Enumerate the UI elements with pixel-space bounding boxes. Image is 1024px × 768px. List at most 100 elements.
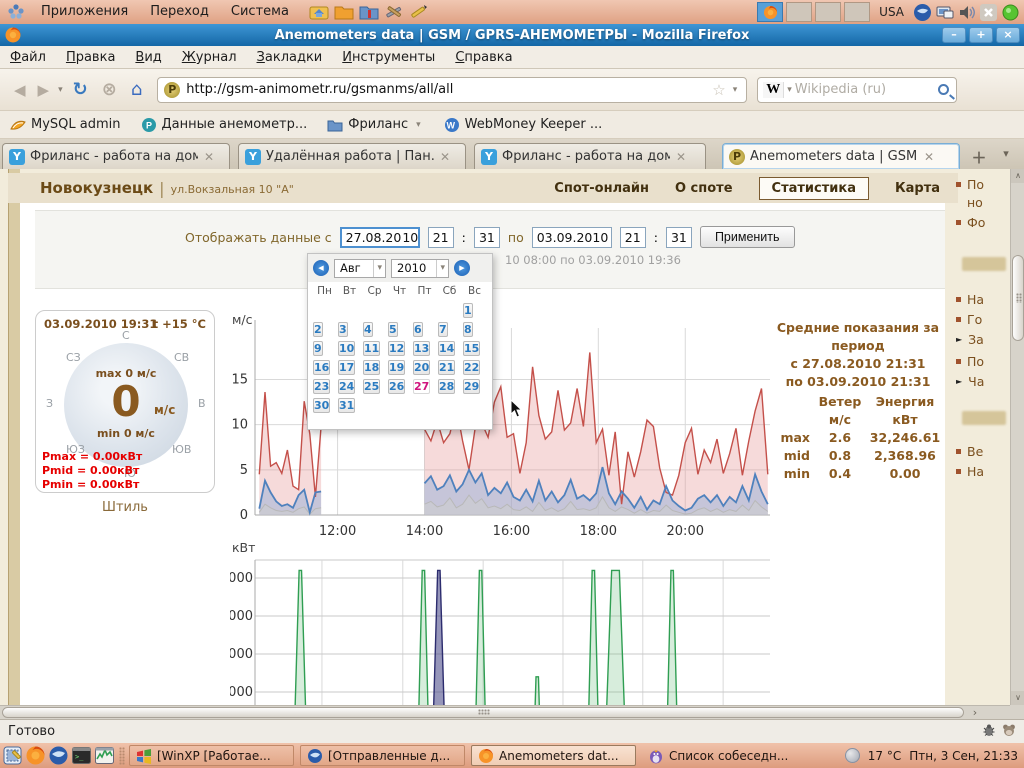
sidebar-item-cutoff[interactable]: По [956, 177, 984, 192]
calendar-day-6[interactable]: 6 [413, 322, 423, 337]
sidebar-item-cutoff[interactable]: На [956, 464, 984, 479]
display-tray-icon[interactable] [935, 3, 954, 22]
date-from-input[interactable]: 27.08.2010 [340, 227, 420, 248]
tab-close-icon[interactable]: ✕ [676, 150, 686, 164]
calendar-day-3[interactable]: 3 [338, 322, 348, 337]
taskbar-task[interactable]: Anemometers dat... [471, 745, 636, 766]
url-bar[interactable]: P http://gsm-animometr.ru/gsmanms/all/al… [157, 77, 747, 103]
horizontal-scrollbar[interactable]: › [0, 705, 1010, 719]
mute-x-tray-icon[interactable] [979, 3, 998, 22]
vertical-scrollbar[interactable]: ∧ ∨ [1010, 169, 1024, 705]
sidebar-item-cutoff[interactable]: Го [956, 312, 982, 327]
calendar-day-11[interactable]: 11 [363, 341, 380, 356]
calendar-prev-icon[interactable]: ◀ [313, 260, 329, 276]
menu-Справка[interactable]: Справка [445, 50, 522, 65]
minute-to-input[interactable]: 31 [666, 227, 692, 248]
menu-Инструменты[interactable]: Инструменты [332, 50, 445, 65]
window-list-empty-slot[interactable] [815, 2, 841, 22]
calendar-day-29[interactable]: 29 [463, 379, 480, 394]
calendar-year-select[interactable]: 2010 ▾ [391, 259, 449, 278]
calendar-day-23[interactable]: 23 [313, 379, 330, 394]
hour-from-input[interactable]: 21 [428, 227, 454, 248]
history-dropdown-icon[interactable]: ▾ [55, 85, 66, 95]
taskbar-task[interactable]: Список собеседн... [642, 745, 800, 766]
calendar-day-13[interactable]: 13 [413, 341, 430, 356]
calendar-day-4[interactable]: 4 [363, 322, 373, 337]
tab-2[interactable]: YУдалённая работа | Пан...✕ [238, 143, 466, 169]
close-button[interactable]: × [996, 27, 1020, 43]
thunderbird-tray-icon[interactable] [913, 3, 932, 22]
calendar-month-select[interactable]: Авг ▾ [334, 259, 386, 278]
gnome-menu-Переход[interactable]: Переход [139, 0, 220, 24]
status-online-tray-icon[interactable] [1001, 3, 1020, 22]
scroll-down-icon[interactable]: ∨ [1011, 691, 1024, 705]
gnome-menu-Система[interactable]: Система [220, 0, 300, 24]
menu-Закладки[interactable]: Закладки [247, 50, 333, 65]
window-list-empty-slot[interactable] [786, 2, 812, 22]
scroll-right-icon[interactable]: › [968, 706, 982, 719]
weather-temp[interactable]: 17 °C [868, 749, 901, 763]
search-input[interactable]: Wikipedia (ru) [795, 82, 938, 97]
bookmark-webmoney[interactable]: WWebMoney Keeper ... [434, 117, 613, 133]
window-list-firefox-button[interactable] [757, 2, 783, 22]
site-nav-Карта[interactable]: Карта [895, 181, 940, 196]
tab-close-icon[interactable]: ✕ [440, 150, 450, 164]
calendar-day-2[interactable]: 2 [313, 322, 323, 337]
calendar-day-10[interactable]: 10 [338, 341, 355, 356]
site-nav-Статистика[interactable]: Статистика [759, 177, 869, 200]
date-to-input[interactable]: 03.09.2010 [532, 227, 612, 248]
minimize-button[interactable]: – [942, 27, 966, 43]
url-text[interactable]: http://gsm-animometr.ru/gsmanms/all/all [186, 82, 708, 97]
menu-Журнал[interactable]: Журнал [172, 50, 247, 65]
bookmark-folder[interactable]: Фриланс▾ [317, 117, 433, 133]
firefox-launcher-icon[interactable] [25, 745, 46, 766]
calendar-day-7[interactable]: 7 [438, 322, 448, 337]
menu-Правка[interactable]: Правка [56, 50, 125, 65]
calendar-day-8[interactable]: 8 [463, 322, 473, 337]
tab-close-icon[interactable]: ✕ [204, 150, 214, 164]
new-tab-button[interactable]: ＋ [968, 147, 990, 167]
calendar-day-22[interactable]: 22 [463, 360, 480, 375]
taskbar-task[interactable]: [Отправленные д... [300, 745, 465, 766]
calendar-day-24[interactable]: 24 [338, 379, 355, 394]
search-icon[interactable] [938, 84, 949, 95]
calendar-day-21[interactable]: 21 [438, 360, 455, 375]
hour-to-input[interactable]: 21 [620, 227, 646, 248]
sidebar-item-cutoff[interactable]: Фо [956, 215, 985, 230]
calendar-day-17[interactable]: 17 [338, 360, 355, 375]
search-bar[interactable]: W ▾ Wikipedia (ru) [757, 77, 957, 103]
firebug-icon[interactable] [982, 723, 996, 741]
vertical-scroll-thumb[interactable] [1012, 255, 1024, 341]
thunderbird-launcher-icon[interactable] [48, 745, 69, 766]
calendar-day-9[interactable]: 9 [313, 341, 323, 356]
sidebar-item-cutoff[interactable]: ►За [956, 332, 984, 347]
calendar-day-31[interactable]: 31 [338, 398, 355, 413]
window-list-empty-slot[interactable] [844, 2, 870, 22]
minute-from-input[interactable]: 31 [474, 227, 500, 248]
calendar-day-27[interactable]: 27 [413, 379, 430, 394]
pencil-icon[interactable] [408, 2, 430, 22]
sidebar-item-cutoff[interactable]: но [956, 195, 983, 210]
screenshot-tool-icon[interactable] [2, 745, 23, 766]
weather-moon-icon[interactable] [845, 748, 860, 763]
forward-button[interactable]: ▶ [32, 81, 56, 99]
system-monitor-launcher-icon[interactable] [94, 745, 115, 766]
tools-icon[interactable] [383, 2, 405, 22]
url-dropdown-icon[interactable]: ▾ [730, 85, 741, 95]
tab-1[interactable]: YФриланс - работа на дом...✕ [2, 143, 230, 169]
folder-orange-icon[interactable] [333, 2, 355, 22]
calendar-day-18[interactable]: 18 [363, 360, 380, 375]
sidebar-item-cutoff[interactable]: По [956, 354, 984, 369]
calendar-day-1[interactable]: 1 [463, 303, 473, 318]
sidebar-item-cutoff[interactable]: Ве [956, 444, 983, 459]
calendar-next-icon[interactable]: ▶ [454, 260, 470, 276]
tab-4[interactable]: PAnemometers data | GSM...✕ [722, 143, 960, 169]
sidebar-item-cutoff[interactable]: ►Ча [956, 374, 984, 389]
calendar-day-28[interactable]: 28 [438, 379, 455, 394]
apply-button[interactable]: Применить [700, 226, 795, 248]
gnome-menu-Приложения[interactable]: Приложения [30, 0, 139, 24]
taskbar-clock[interactable]: Птн, 3 Сен, 21:33 [909, 749, 1018, 763]
firefox-titlebar[interactable]: Anemometers data | GSM / GPRS-АНЕМОМЕТРЫ… [0, 24, 1024, 46]
terminal-launcher-icon[interactable]: >_ [71, 745, 92, 766]
calendar-day-30[interactable]: 30 [313, 398, 330, 413]
